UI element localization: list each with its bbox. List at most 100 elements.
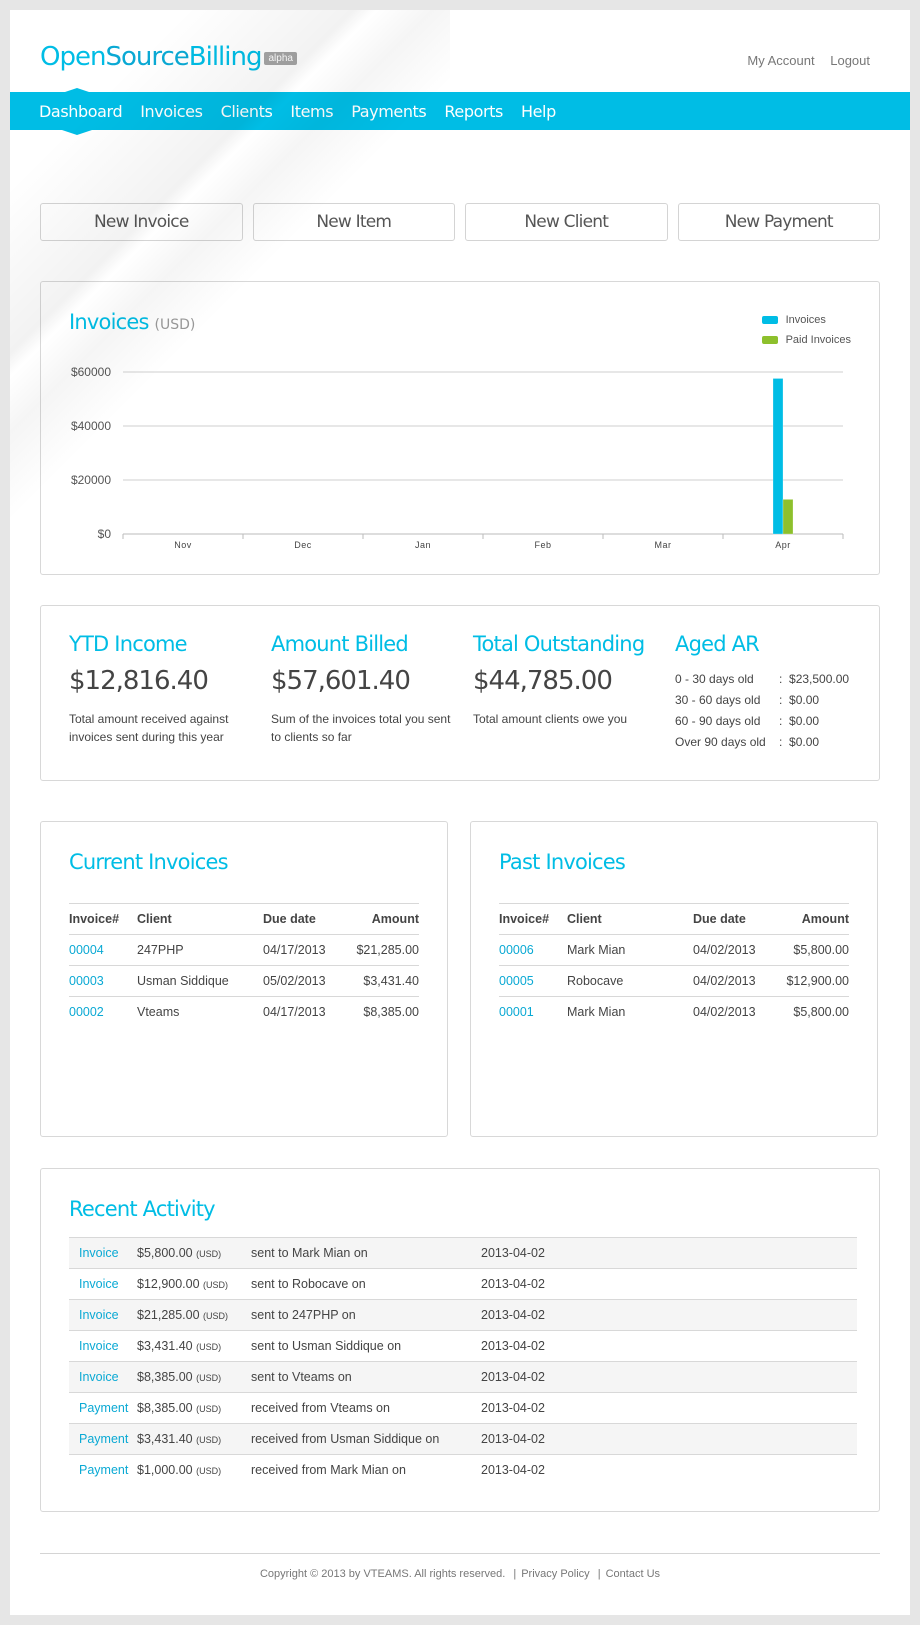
app-logo[interactable]: OpenSourceBilling alpha [40,42,297,72]
aged-ar-colon: : [779,713,790,728]
amount-cell: $12,900.00 [769,965,849,997]
col-due-date[interactable]: Due date [693,903,769,935]
activity-date: 2013-04-02 [481,1361,857,1393]
activity-currency: (USD) [203,1280,229,1290]
amount-cell: $5,800.00 [793,1005,849,1020]
col-amount[interactable]: Amount [339,903,419,935]
activity-amount-cell: $3,431.40 (USD) [137,1423,251,1455]
my-account-link[interactable]: My Account [747,53,814,68]
nav-reports[interactable]: Reports [444,102,503,121]
activity-text: sent to Vteams on [251,1361,481,1393]
activity-currency: (USD) [196,1373,222,1383]
chart-title: Invoices (USD) [69,310,195,334]
x-tick-label: Dec [294,540,312,550]
activity-row: Invoice $12,900.00 (USD) sent to Robocave … [69,1268,857,1300]
ytd-income-stat: YTD Income $12,816.40 Total amount recei… [69,632,259,746]
nav-invoices[interactable]: Invoices [140,102,203,121]
aged-ar-value: $0.00 [789,734,820,749]
current-invoices-panel: Current Invoices Invoice# Client Due dat… [40,821,448,1137]
activity-type-link[interactable]: Invoice [69,1370,119,1384]
client-cell: Usman Siddique [137,965,263,997]
col-client[interactable]: Client [567,903,693,935]
total-outstanding-value: $44,785.00 [473,666,613,696]
invoice-link[interactable]: 00001 [499,1005,534,1019]
activity-row: Invoice $8,385.00 (USD) sent to Vteams on 2… [69,1361,857,1393]
nav-dashboard[interactable]: Dashboard [39,87,123,135]
col-invoice-number[interactable]: Invoice# [499,903,567,935]
legend-label-paid: Paid Invoices [785,334,851,346]
logo-text-billing: Billing [188,42,263,72]
current-invoices-title: Current Invoices [69,850,229,874]
legend-item-invoices[interactable]: Invoices [761,310,851,330]
footer-separator: | [513,1568,517,1580]
activity-date: 2013-04-02 [481,1268,857,1300]
aged-ar-colon: : [779,692,790,707]
activity-type-link[interactable]: Payment [69,1463,128,1477]
col-client[interactable]: Client [137,903,263,935]
activity-type-link[interactable]: Invoice [69,1246,119,1260]
alpha-badge: alpha [264,52,297,65]
account-links: My Account Logout [735,53,870,68]
activity-date: 2013-04-02 [481,1423,857,1455]
invoice-link[interactable]: 00005 [499,974,534,988]
due-date-cell: 04/02/2013 [693,965,769,997]
invoice-link[interactable]: 00003 [69,974,104,988]
past-invoices-panel: Past Invoices Invoice# Client Due date A… [470,821,878,1137]
privacy-policy-link[interactable]: Privacy Policy [521,1568,589,1580]
amount-cell: $3,431.40 [339,965,419,997]
x-tick-label: Nov [174,540,192,550]
invoice-link[interactable]: 00006 [499,943,534,957]
page: OpenSourceBilling alpha My Account Logout… [10,10,910,1615]
chart-title-unit: (USD) [154,317,196,333]
col-due-date[interactable]: Due date [263,903,339,935]
table-row: 00003 Usman Siddique 05/02/2013 $3,431.40 [69,965,419,997]
activity-type-link[interactable]: Invoice [69,1308,119,1322]
aged-ar-row: 0 - 30 days old: $23,500.00 [675,668,865,689]
amount-cell: $21,285.00 [339,934,419,966]
recent-activity-title: Recent Activity [69,1197,216,1221]
invoice-link[interactable]: 00004 [69,943,104,957]
recent-activity-table: Invoice $5,800.00 (USD) sent to Mark Mian … [69,1237,857,1486]
table-row: 00005 Robocave 04/02/2013 $12,900.00 [499,965,849,997]
ytd-income-title: YTD Income [69,632,188,656]
activity-row: Payment $1,000.00 (USD) received from Mark… [69,1454,857,1486]
client-cell: Vteams [137,1005,180,1020]
new-item-button[interactable]: New Item [252,203,455,241]
amount-billed-stat: Amount Billed $57,601.40 Sum of the invo… [271,632,461,746]
logout-link[interactable]: Logout [830,53,870,68]
nav-payments[interactable]: Payments [351,102,427,121]
summary-panel: YTD Income $12,816.40 Total amount recei… [40,605,880,781]
legend-item-paid[interactable]: Paid Invoices [761,330,851,350]
activity-amount: $5,800.00 [137,1246,193,1260]
table-row: 00004 247PHP 04/17/2013 $21,285.00 [69,934,419,966]
col-invoice-number[interactable]: Invoice# [69,903,137,935]
activity-row: Payment $8,385.00 (USD) received from Vtea… [69,1392,857,1424]
copyright-text: Copyright © 2013 by VTEAMS. All rights r… [259,1568,506,1580]
new-invoice-button[interactable]: New Invoice [40,203,243,241]
nav-help[interactable]: Help [521,102,556,121]
aged-ar-row: 30 - 60 days old: $0.00 [675,689,865,710]
activity-type-link[interactable]: Invoice [69,1339,119,1353]
activity-currency: (USD) [203,1311,229,1321]
activity-type-link[interactable]: Payment [69,1401,128,1415]
bar-invoices [772,378,784,535]
nav-clients[interactable]: Clients [221,102,273,121]
new-payment-button[interactable]: New Payment [677,203,880,241]
table-header-row: Invoice# Client Due date Amount [499,903,849,935]
invoice-link[interactable]: 00002 [69,1005,104,1019]
contact-us-link[interactable]: Contact Us [606,1568,660,1580]
new-client-button[interactable]: New Client [465,203,668,241]
col-amount[interactable]: Amount [769,903,849,935]
activity-type-link[interactable]: Payment [69,1432,128,1446]
activity-type-link[interactable]: Invoice [69,1277,119,1291]
aged-ar-stat: Aged AR 0 - 30 days old: $23,500.00 30 -… [675,632,865,752]
nav-items[interactable]: Items [290,102,333,121]
aged-ar-colon: : [779,671,790,686]
y-tick-label: $0 [98,527,112,541]
activity-amount-cell: $8,385.00 (USD) [137,1392,251,1424]
due-date-cell: 04/17/2013 [263,1005,326,1020]
activity-amount-cell: $1,000.00 (USD) [137,1454,251,1486]
aged-ar-row: 60 - 90 days old: $0.00 [675,710,865,731]
total-outstanding-stat: Total Outstanding $44,785.00 Total amoun… [473,632,663,728]
y-tick-label: $40000 [71,419,111,433]
